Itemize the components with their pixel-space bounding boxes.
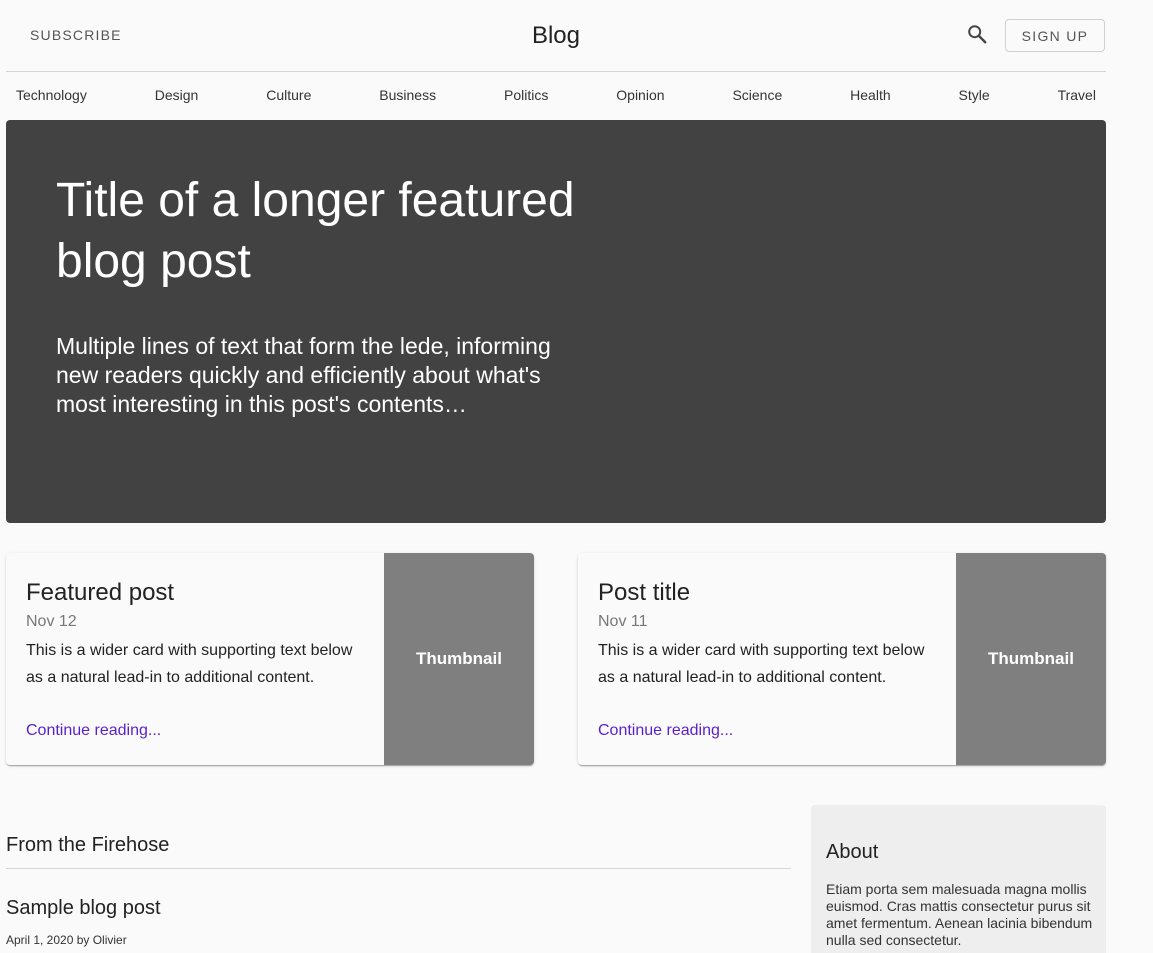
- continue-reading-link[interactable]: Continue reading...: [598, 721, 733, 741]
- sign-up-button[interactable]: SIGN UP: [1005, 19, 1105, 52]
- section-link-technology[interactable]: Technology: [16, 87, 87, 103]
- about-sidebar: About Etiam porta sem malesuada magna mo…: [811, 805, 1106, 953]
- card-text: This is a wider card with supporting tex…: [26, 642, 353, 686]
- card-text: This is a wider card with supporting tex…: [598, 642, 925, 686]
- blog-post-meta: April 1, 2020 by Olivier: [6, 933, 127, 947]
- subscribe-button[interactable]: SUBSCRIBE: [30, 23, 122, 47]
- site-title: Blog: [531, 22, 581, 49]
- section-link-business[interactable]: Business: [379, 87, 436, 103]
- firehose-heading: From the Firehose: [6, 834, 791, 869]
- search-button[interactable]: [961, 20, 993, 52]
- hero-title: Title of a longer featured blog post: [56, 174, 575, 288]
- continue-reading-link[interactable]: Continue reading...: [26, 721, 161, 741]
- section-link-design[interactable]: Design: [155, 87, 199, 103]
- card-date: Nov 12: [26, 613, 77, 630]
- search-icon: [966, 23, 988, 50]
- card-thumbnail: Thumbnail: [956, 553, 1106, 765]
- about-text: Etiam porta sem malesuada magna mollis e…: [826, 881, 1093, 948]
- section-link-culture[interactable]: Culture: [266, 87, 311, 103]
- hero-lede: Multiple lines of text that form the led…: [56, 333, 551, 417]
- post-title-card[interactable]: Post title Nov 11 This is a wider card w…: [578, 553, 1106, 765]
- card-title: Post title: [598, 579, 691, 606]
- card-date: Nov 11: [598, 613, 648, 630]
- section-link-health[interactable]: Health: [850, 87, 890, 103]
- section-nav: Technology Design Culture Business Polit…: [6, 72, 1106, 118]
- section-link-opinion[interactable]: Opinion: [616, 87, 664, 103]
- header-toolbar: SUBSCRIBE Blog SIGN UP: [6, 0, 1106, 72]
- blog-post-title: Sample blog post: [6, 897, 161, 919]
- section-link-travel[interactable]: Travel: [1058, 87, 1096, 103]
- featured-post-card[interactable]: Featured post Nov 12 This is a wider car…: [6, 553, 534, 765]
- card-thumbnail: Thumbnail: [384, 553, 534, 765]
- section-link-science[interactable]: Science: [732, 87, 782, 103]
- featured-hero: Title of a longer featured blog post Mul…: [6, 120, 1106, 523]
- section-link-politics[interactable]: Politics: [504, 87, 548, 103]
- card-title: Featured post: [26, 579, 175, 606]
- about-title: About: [826, 841, 879, 863]
- section-link-style[interactable]: Style: [959, 87, 990, 103]
